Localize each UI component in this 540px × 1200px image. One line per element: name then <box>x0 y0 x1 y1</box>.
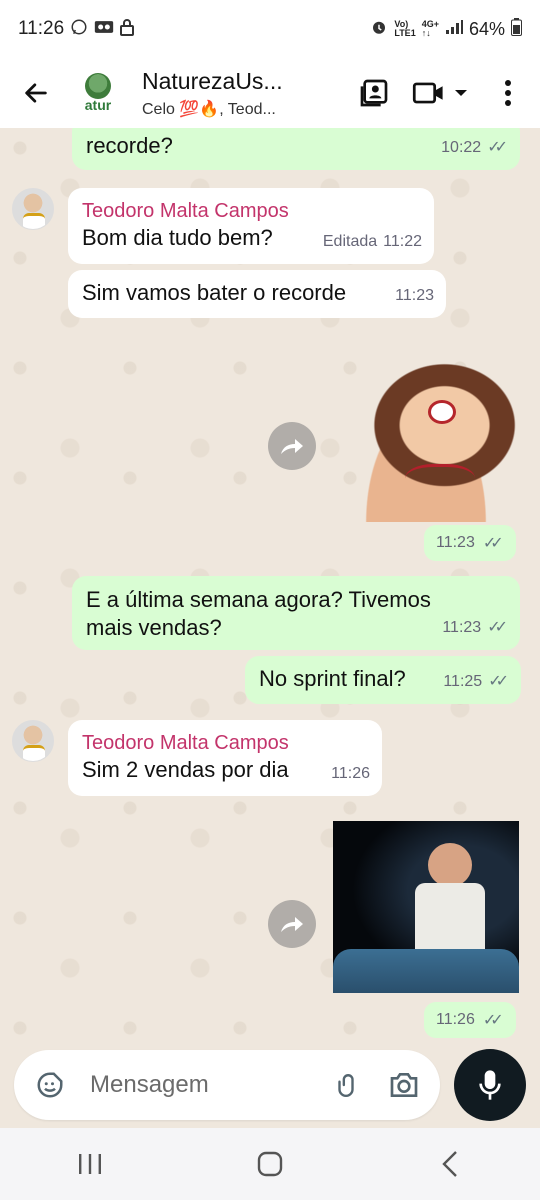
signal-icon <box>445 19 463 39</box>
photo-man-on-car[interactable] <box>333 821 519 993</box>
sticker-strap <box>405 464 475 500</box>
group-avatar[interactable]: atur <box>76 71 120 115</box>
contacts-button[interactable] <box>344 58 404 128</box>
message-text-line1: E a última semana agora? Tivemos <box>86 587 431 612</box>
sender-avatar[interactable] <box>12 188 54 230</box>
status-time: 11:26 <box>18 18 65 39</box>
photo-timestamp: 11:26 ✓✓ <box>424 1002 516 1038</box>
status-left: 11:26 <box>18 18 135 40</box>
message-outgoing[interactable]: No sprint final? 11:25 ✓✓ <box>245 656 521 704</box>
edited-label: Editada <box>322 233 378 250</box>
volte-indicator: Vo) LTE1 <box>394 20 415 38</box>
forward-icon <box>281 439 303 454</box>
status-right: Vo) LTE1 4G+ ↑↓ 64% <box>370 18 522 40</box>
message-incoming[interactable]: Teodoro Malta Campos Sim 2 vendas por di… <box>68 720 382 796</box>
message-time: 11:22 <box>383 233 422 250</box>
message-time: 10:22 <box>441 139 482 156</box>
photo-shirt <box>415 883 485 953</box>
system-nav-bar <box>0 1128 540 1200</box>
sticker-mouth <box>428 400 456 424</box>
message-text: Sim 2 vendas por dia <box>82 757 289 782</box>
voicemail-icon <box>94 19 114 39</box>
group-info[interactable]: NaturezaUs... Celo 💯🔥, Teod... <box>142 68 344 119</box>
lte-label: LTE1 <box>394 28 416 38</box>
tree-logo-icon <box>85 73 111 99</box>
sticker-timestamp: 11:23 ✓✓ <box>424 525 516 561</box>
whatsapp-icon <box>70 18 88 40</box>
alarm-icon <box>370 18 388 40</box>
contact-card-icon <box>360 79 388 107</box>
camera-button[interactable] <box>380 1061 428 1109</box>
sticker-laughing-woman[interactable] <box>333 346 519 522</box>
mic-button[interactable] <box>454 1049 526 1121</box>
double-check-icon: ✓✓ <box>487 619 508 636</box>
double-check-icon: ✓✓ <box>488 673 509 690</box>
more-vertical-icon <box>505 80 511 106</box>
message-meta: 11:23 ✓✓ <box>442 614 508 642</box>
group-members: Celo 💯🔥, Teod... <box>142 100 276 118</box>
data-arrows-icon: ↑↓ <box>421 28 431 38</box>
attach-button[interactable] <box>322 1061 370 1109</box>
battery-icon <box>511 18 522 40</box>
message-time: 11:23 <box>395 287 434 304</box>
message-meta: Editada 11:22 <box>323 228 422 256</box>
status-bar: 11:26 Vo) LTE1 4G+ ↑↓ 64% <box>0 0 540 58</box>
message-input[interactable] <box>90 1071 322 1099</box>
chat-area[interactable]: recorde? 10:22 ✓✓ Teodoro Malta Campos B… <box>0 128 540 1050</box>
video-call-button[interactable] <box>404 58 476 128</box>
camera-icon <box>390 1073 418 1097</box>
group-name: NaturezaUs... <box>142 67 283 94</box>
back-button[interactable] <box>0 58 72 128</box>
arrow-left-icon <box>25 83 47 103</box>
sender-name[interactable]: Teodoro Malta Campos <box>82 730 368 756</box>
forward-button[interactable] <box>268 900 316 948</box>
double-check-icon: ✓✓ <box>487 139 508 156</box>
message-outgoing[interactable]: E a última semana agora? Tivemos mais ve… <box>72 576 520 650</box>
sender-avatar[interactable] <box>12 720 54 762</box>
chevron-down-icon <box>455 90 467 96</box>
message-incoming[interactable]: Sim vamos bater o recorde 11:23 <box>68 270 446 318</box>
home-icon <box>257 1151 283 1177</box>
message-outgoing[interactable]: recorde? 10:22 ✓✓ <box>72 128 520 170</box>
message-meta: 10:22 ✓✓ <box>441 134 508 162</box>
emoji-button[interactable] <box>26 1061 74 1109</box>
battery-percent: 64% <box>468 18 505 39</box>
double-check-icon: ✓✓ <box>482 1012 504 1029</box>
video-camera-icon <box>412 82 443 104</box>
sender-name[interactable]: Teodoro Malta Campos <box>82 198 420 224</box>
forward-button[interactable] <box>268 422 316 470</box>
sticker-icon <box>37 1072 63 1098</box>
paperclip-icon <box>338 1074 354 1098</box>
forward-icon <box>281 917 303 932</box>
recents-icon <box>79 1154 101 1174</box>
message-meta: 11:23 <box>395 282 434 310</box>
message-time: 11:26 <box>436 1011 475 1028</box>
recents-button[interactable] <box>50 1134 130 1194</box>
message-meta: 11:25 ✓✓ <box>443 668 509 696</box>
microphone-icon <box>479 1070 501 1100</box>
message-meta: 11:26 <box>331 760 370 788</box>
message-time: 11:23 <box>442 619 482 636</box>
message-input-bar <box>14 1050 440 1120</box>
chat-header: atur NaturezaUs... Celo 💯🔥, Teod... <box>0 58 540 128</box>
menu-button[interactable] <box>476 58 540 128</box>
message-time: 11:23 <box>436 534 475 551</box>
message-incoming[interactable]: Teodoro Malta Campos Bom dia tudo bem? E… <box>68 188 434 264</box>
avatar-brand-text: atur <box>84 97 112 113</box>
message-time: 11:25 <box>443 673 483 690</box>
lock-icon <box>120 18 135 40</box>
home-button[interactable] <box>230 1134 310 1194</box>
photo-car <box>333 949 519 993</box>
photo-head <box>428 843 472 887</box>
double-check-icon: ✓✓ <box>482 535 504 552</box>
message-time: 11:26 <box>331 765 370 782</box>
message-text: Sim vamos bater o recorde <box>82 280 347 305</box>
back-nav-button[interactable] <box>410 1134 490 1194</box>
network-type-indicator: 4G+ ↑↓ <box>422 20 439 38</box>
chevron-left-icon <box>442 1151 457 1177</box>
